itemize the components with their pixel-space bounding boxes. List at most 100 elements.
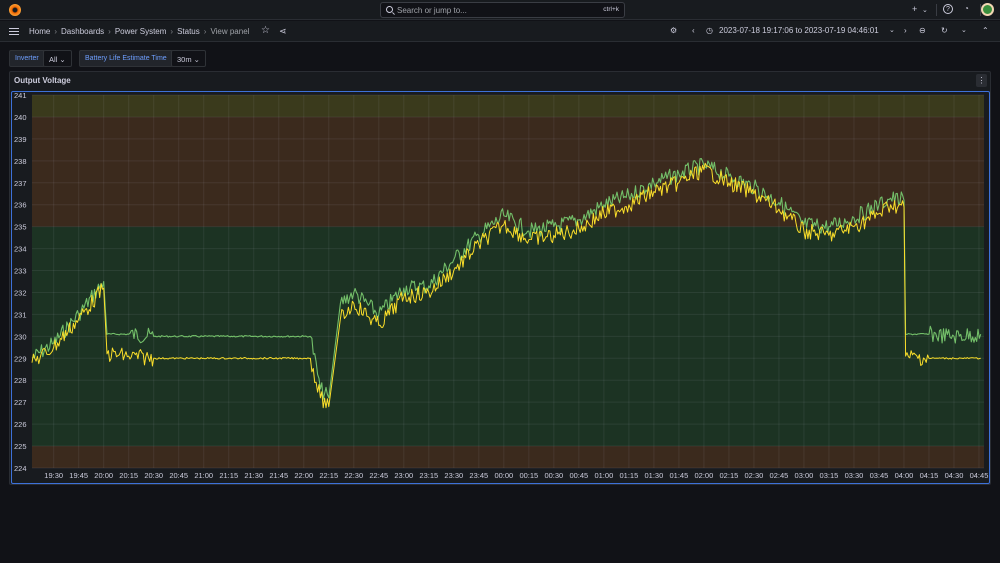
x-tick-label: 23:00 [394, 471, 413, 480]
x-tick-label: 02:00 [695, 471, 714, 480]
variable-value: 30m [177, 55, 192, 64]
breadcrumb: Home › Dashboards › Power System › Status › View… [29, 27, 249, 36]
breadcrumb-status[interactable]: Status [177, 27, 200, 36]
x-tick-label: 22:45 [369, 471, 388, 480]
x-tick-label: 02:15 [720, 471, 739, 480]
x-tick-label: 03:15 [820, 471, 839, 480]
threshold-band [32, 95, 984, 117]
x-tick-label: 20:15 [119, 471, 138, 480]
search-icon [386, 6, 393, 13]
breadcrumb-current: View panel [210, 27, 250, 36]
x-tick-label: 00:15 [519, 471, 538, 480]
y-tick-label: 228 [14, 376, 27, 385]
chevron-down-icon[interactable]: ⌄ [961, 26, 967, 34]
x-tick-label: 02:30 [745, 471, 764, 480]
panel-output-voltage: Output Voltage ⋮ 224 225 226 227 228 229 230 23… [9, 71, 991, 485]
x-tick-label: 04:15 [920, 471, 939, 480]
chevron-down-icon[interactable]: ⌄ [922, 6, 928, 14]
top-right-actions: + ⌄ ? ◔ [900, 0, 1000, 20]
y-tick-label: 239 [14, 135, 27, 144]
time-shift-forward-icon[interactable]: › [904, 26, 907, 35]
time-shift-back-icon[interactable]: ‹ [692, 26, 695, 35]
grafana-logo-icon[interactable] [9, 4, 21, 16]
star-icon[interactable]: ☆ [261, 25, 270, 36]
variable-select-battery-life[interactable]: 30m ⌄ [171, 50, 206, 67]
x-tick-label: 19:45 [69, 471, 88, 480]
x-tick-label: 21:15 [219, 471, 238, 480]
y-tick-label: 234 [14, 245, 27, 254]
settings-gear-icon[interactable]: ⚙ [670, 26, 677, 35]
chevron-right-icon: › [170, 27, 174, 36]
collapse-icon[interactable]: ⌃ [982, 26, 989, 35]
x-tick-label: 04:00 [895, 471, 914, 480]
y-tick-label: 229 [14, 354, 27, 363]
x-tick-label: 23:45 [469, 471, 488, 480]
x-tick-label: 00:45 [569, 471, 588, 480]
x-tick-label: 20:45 [169, 471, 188, 480]
search-input[interactable]: Search or jump to... ctrl+k [380, 2, 625, 18]
rss-icon[interactable]: ◔ [964, 4, 969, 13]
x-tick-label: 01:45 [670, 471, 689, 480]
x-tick-label: 20:00 [94, 471, 113, 480]
x-tick-label: 01:00 [594, 471, 613, 480]
clock-icon: ◷ [706, 26, 713, 35]
y-tick-label: 236 [14, 201, 27, 210]
chevron-right-icon: › [108, 27, 111, 36]
avatar[interactable] [981, 3, 994, 16]
x-tick-label: 22:15 [319, 471, 338, 480]
variable-select-inverter[interactable]: 30mAll ⌄ [43, 50, 72, 67]
chevron-right-icon: › [203, 27, 207, 36]
x-tick-label: 20:30 [144, 471, 163, 480]
panel-menu-icon[interactable]: ⋮ [976, 74, 987, 87]
divider [936, 4, 937, 16]
y-tick-label: 230 [14, 332, 27, 341]
x-tick-label: 01:30 [644, 471, 663, 480]
y-tick-label: 232 [14, 288, 27, 297]
time-range-picker[interactable]: 2023-07-18 19:17:06 to 2023-07-19 04:46:… [719, 26, 879, 35]
variable-label-inverter: Inverter [9, 50, 45, 67]
time-series-chart[interactable]: 224 225 226 227 228 229 230 231 232 233 234 235 236 2… [12, 91, 989, 483]
y-tick-label: 227 [14, 398, 27, 407]
y-tick-label: 225 [14, 442, 27, 451]
x-tick-label: 04:45 [970, 471, 989, 480]
nav-bar: Home › Dashboards › Power System › Status › View… [0, 21, 1000, 42]
breadcrumb-dashboards[interactable]: Dashboards [61, 27, 104, 36]
x-tick-label: 04:30 [945, 471, 964, 480]
refresh-icon[interactable]: ↻ [941, 26, 948, 35]
x-tick-label: 03:00 [795, 471, 814, 480]
chevron-down-icon[interactable]: ⌄ [889, 26, 895, 34]
y-tick-label: 241 [14, 92, 27, 100]
y-tick-label: 238 [14, 157, 27, 166]
y-tick-label: 240 [14, 113, 27, 122]
threshold-band [32, 446, 984, 468]
breadcrumb-home[interactable]: Home [29, 27, 50, 36]
top-bar: Search or jump to... ctrl+k + ⌄ ? ◔ [0, 0, 1000, 20]
add-new-button[interactable]: + [912, 4, 917, 14]
x-tick-label: 22:30 [344, 471, 363, 480]
x-tick-label: 22:00 [294, 471, 313, 480]
plot-area[interactable]: 224 225 226 227 228 229 230 231 232 233 234 235 236 2… [11, 91, 990, 484]
y-tick-label: 233 [14, 267, 27, 276]
search-shortcut: ctrl+k [603, 6, 619, 13]
menu-icon[interactable] [9, 28, 19, 35]
variable-value: All [49, 55, 58, 64]
x-tick-label: 19:30 [44, 471, 63, 480]
y-tick-label: 237 [14, 179, 27, 188]
variables-bar: Inverter 30mAll ⌄ Battery Life Estimate … [0, 48, 1000, 68]
variable-label-battery-life: Battery Life Estimate Time [79, 50, 173, 67]
y-tick-label: 235 [14, 223, 27, 232]
x-tick-label: 21:30 [244, 471, 263, 480]
x-tick-label: 00:00 [494, 471, 513, 480]
help-icon[interactable]: ? [943, 4, 953, 14]
x-tick-label: 21:00 [194, 471, 213, 480]
x-tick-label: 01:15 [619, 471, 638, 480]
share-icon[interactable]: ⋖ [279, 26, 287, 37]
x-tick-label: 03:45 [870, 471, 889, 480]
panel-title: Output Voltage [14, 76, 71, 85]
y-tick-label: 224 [14, 464, 27, 473]
zoom-out-icon[interactable]: ⊖ [919, 26, 926, 35]
x-tick-label: 21:45 [269, 471, 288, 480]
breadcrumb-power-system[interactable]: Power System [115, 27, 167, 36]
y-tick-label: 231 [14, 310, 27, 319]
x-tick-label: 02:45 [770, 471, 789, 480]
